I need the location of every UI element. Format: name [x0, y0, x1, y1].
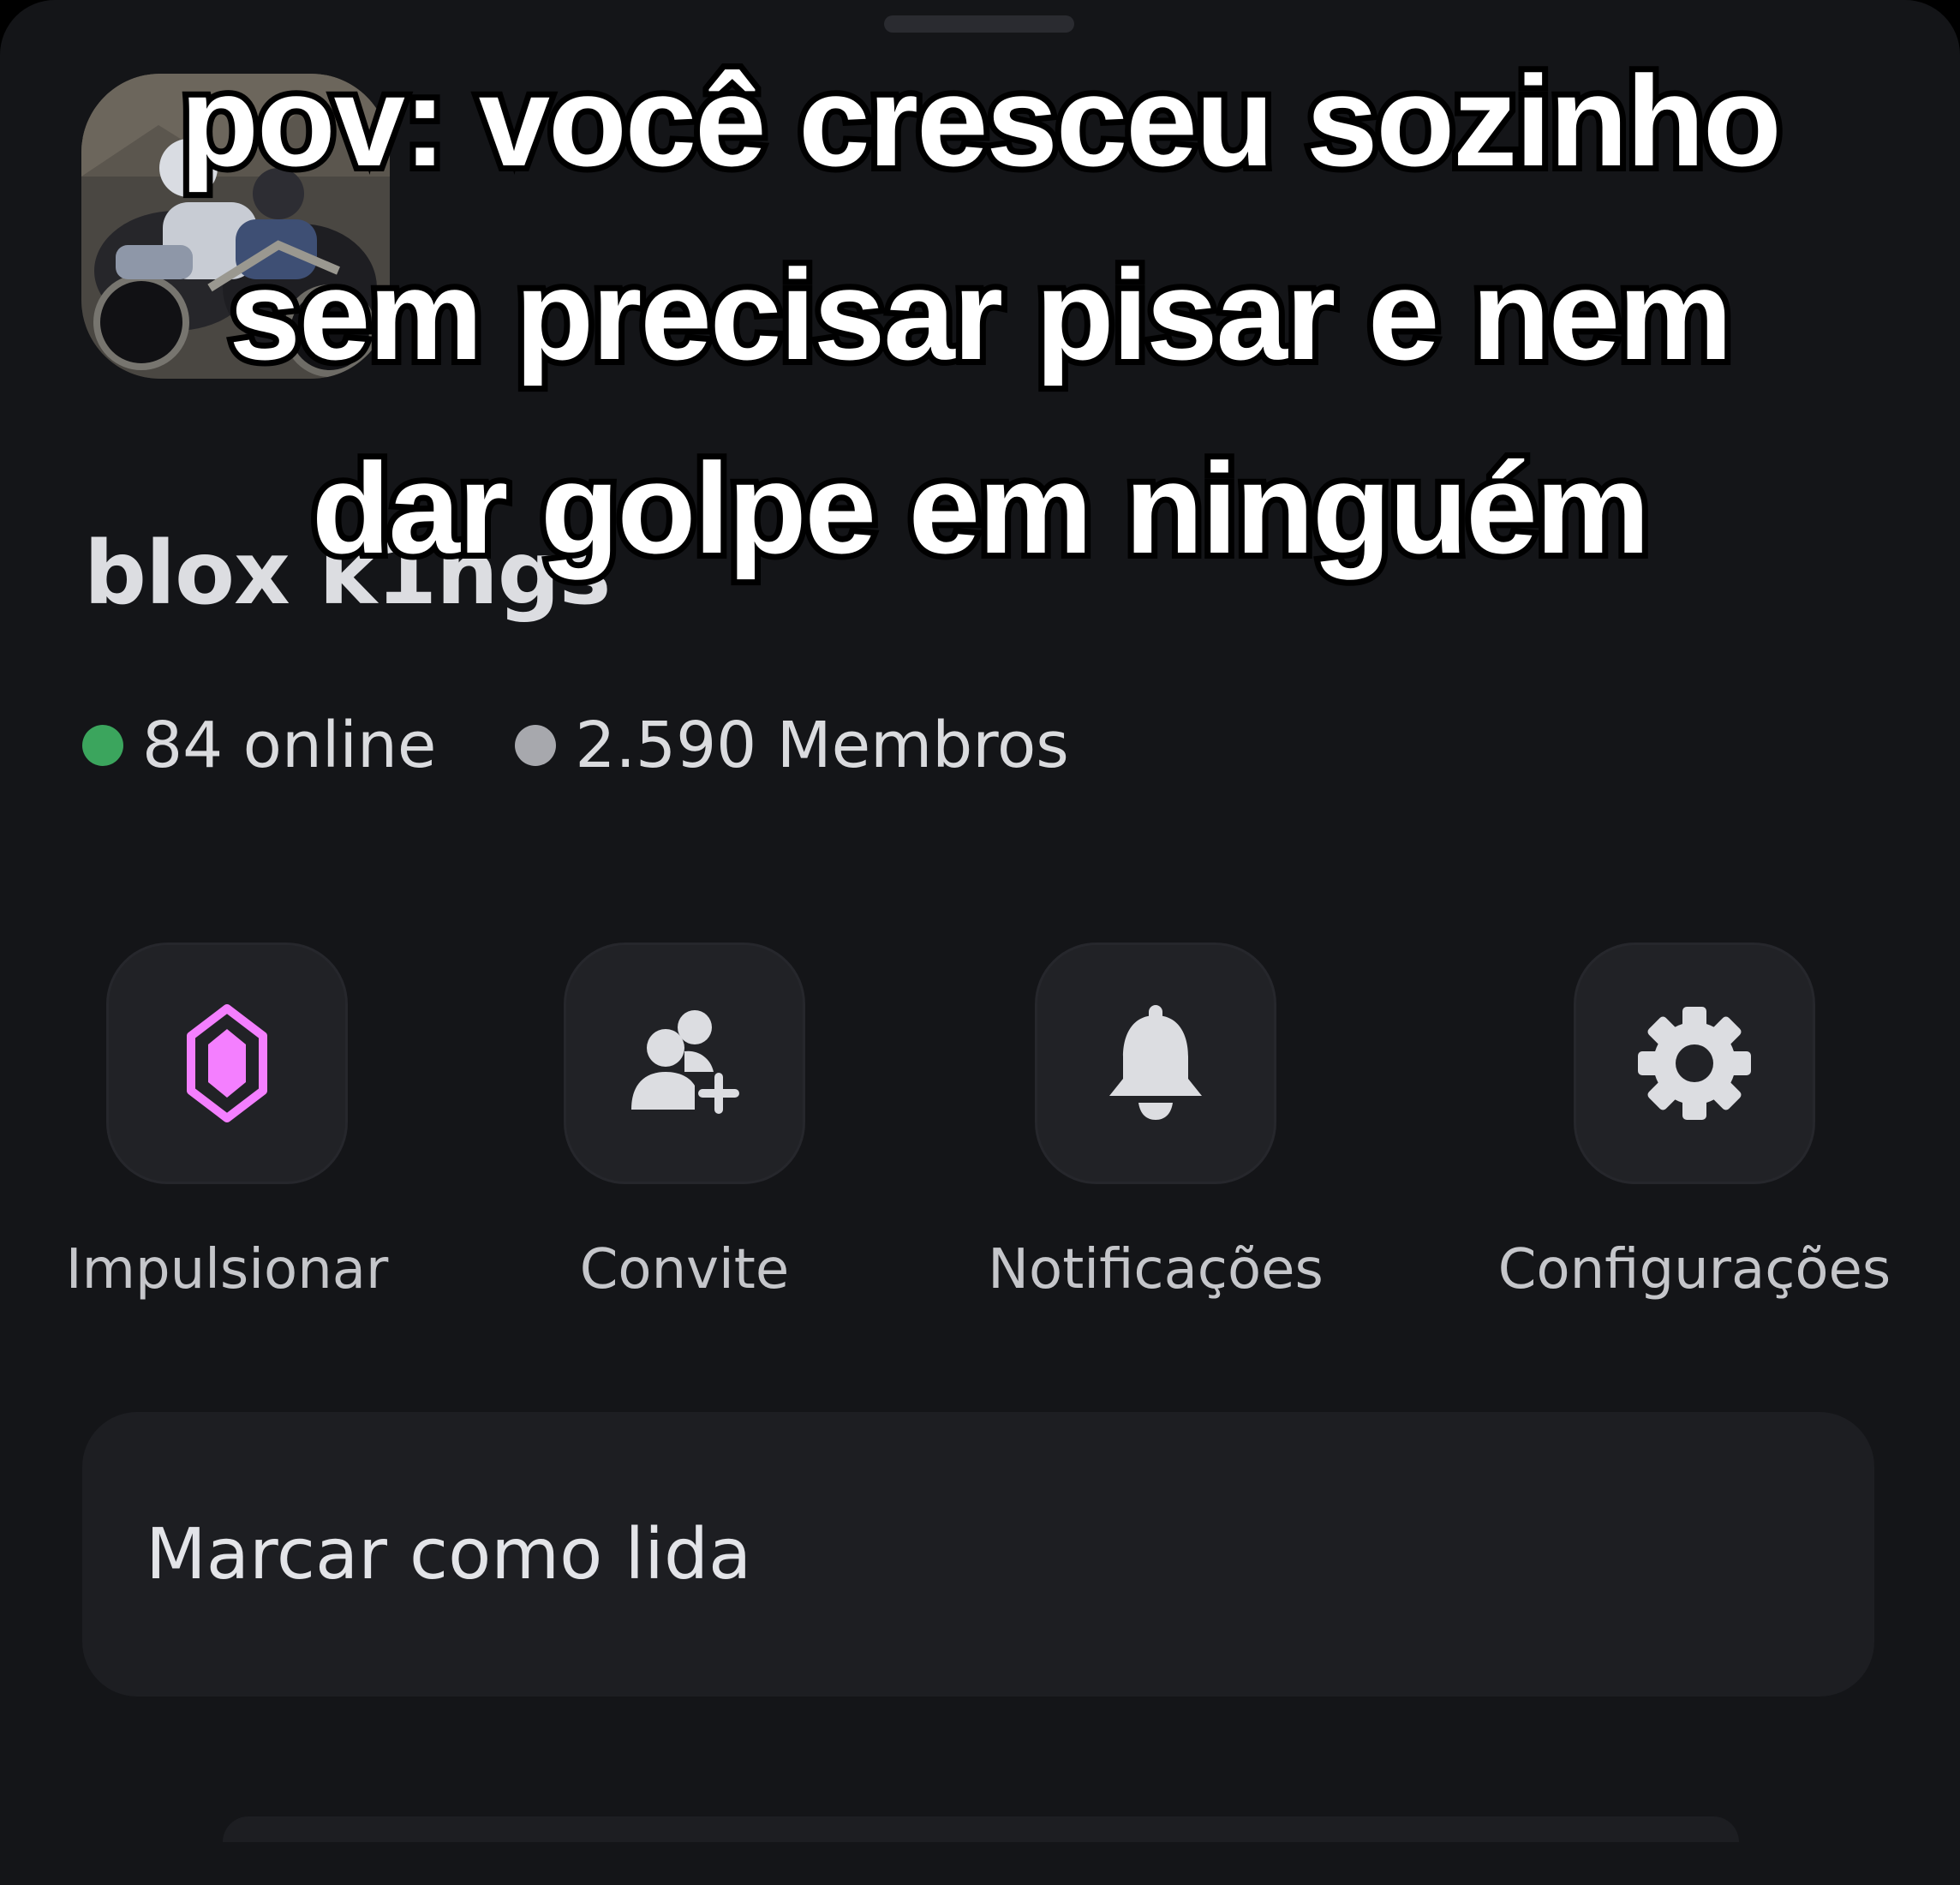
mark-as-read-button[interactable]: Marcar como lida — [82, 1412, 1874, 1696]
video-caption: pov: você cresceu sozinho sem precisar p… — [0, 24, 1960, 605]
notifications-button[interactable] — [1035, 942, 1276, 1184]
online-count: 84 online — [82, 709, 436, 782]
invite-label: Convite — [579, 1238, 790, 1302]
settings-button[interactable] — [1574, 942, 1815, 1184]
next-menu-item-edge[interactable] — [223, 1816, 1739, 1842]
member-count-label: 2.590 Membros — [575, 709, 1069, 782]
server-actions: Impulsionar Convite Notificações Configu… — [0, 942, 1960, 1320]
notifications-label: Notificações — [988, 1238, 1324, 1302]
boost-button[interactable] — [106, 942, 348, 1184]
online-status-dot — [82, 725, 123, 766]
mark-as-read-label: Marcar como lida — [146, 1513, 752, 1595]
bell-icon — [1109, 1005, 1202, 1120]
settings-action[interactable]: Configurações — [1489, 942, 1900, 1320]
caption-line-1: pov: você cresceu sozinho — [174, 43, 1787, 199]
add-person-icon — [631, 1010, 739, 1114]
caption-line-2: sem precisar pisar e nem — [223, 236, 1738, 392]
nitro-boost-icon — [187, 1004, 267, 1122]
server-stats: 84 online 2.590 Membros — [82, 703, 1069, 788]
invite-action[interactable]: Convite — [479, 942, 890, 1320]
member-status-dot — [515, 725, 557, 766]
member-count: 2.590 Membros — [515, 709, 1069, 782]
online-count-label: 84 online — [142, 709, 437, 782]
invite-button[interactable] — [564, 942, 805, 1184]
gear-icon — [1638, 1007, 1751, 1120]
boost-action[interactable]: Impulsionar — [21, 942, 433, 1320]
settings-label: Configurações — [1497, 1238, 1891, 1302]
notifications-action[interactable]: Notificações — [950, 942, 1361, 1320]
caption-line-3: dar golpe em ninguém — [306, 430, 1656, 586]
boost-label: Impulsionar — [65, 1238, 389, 1302]
